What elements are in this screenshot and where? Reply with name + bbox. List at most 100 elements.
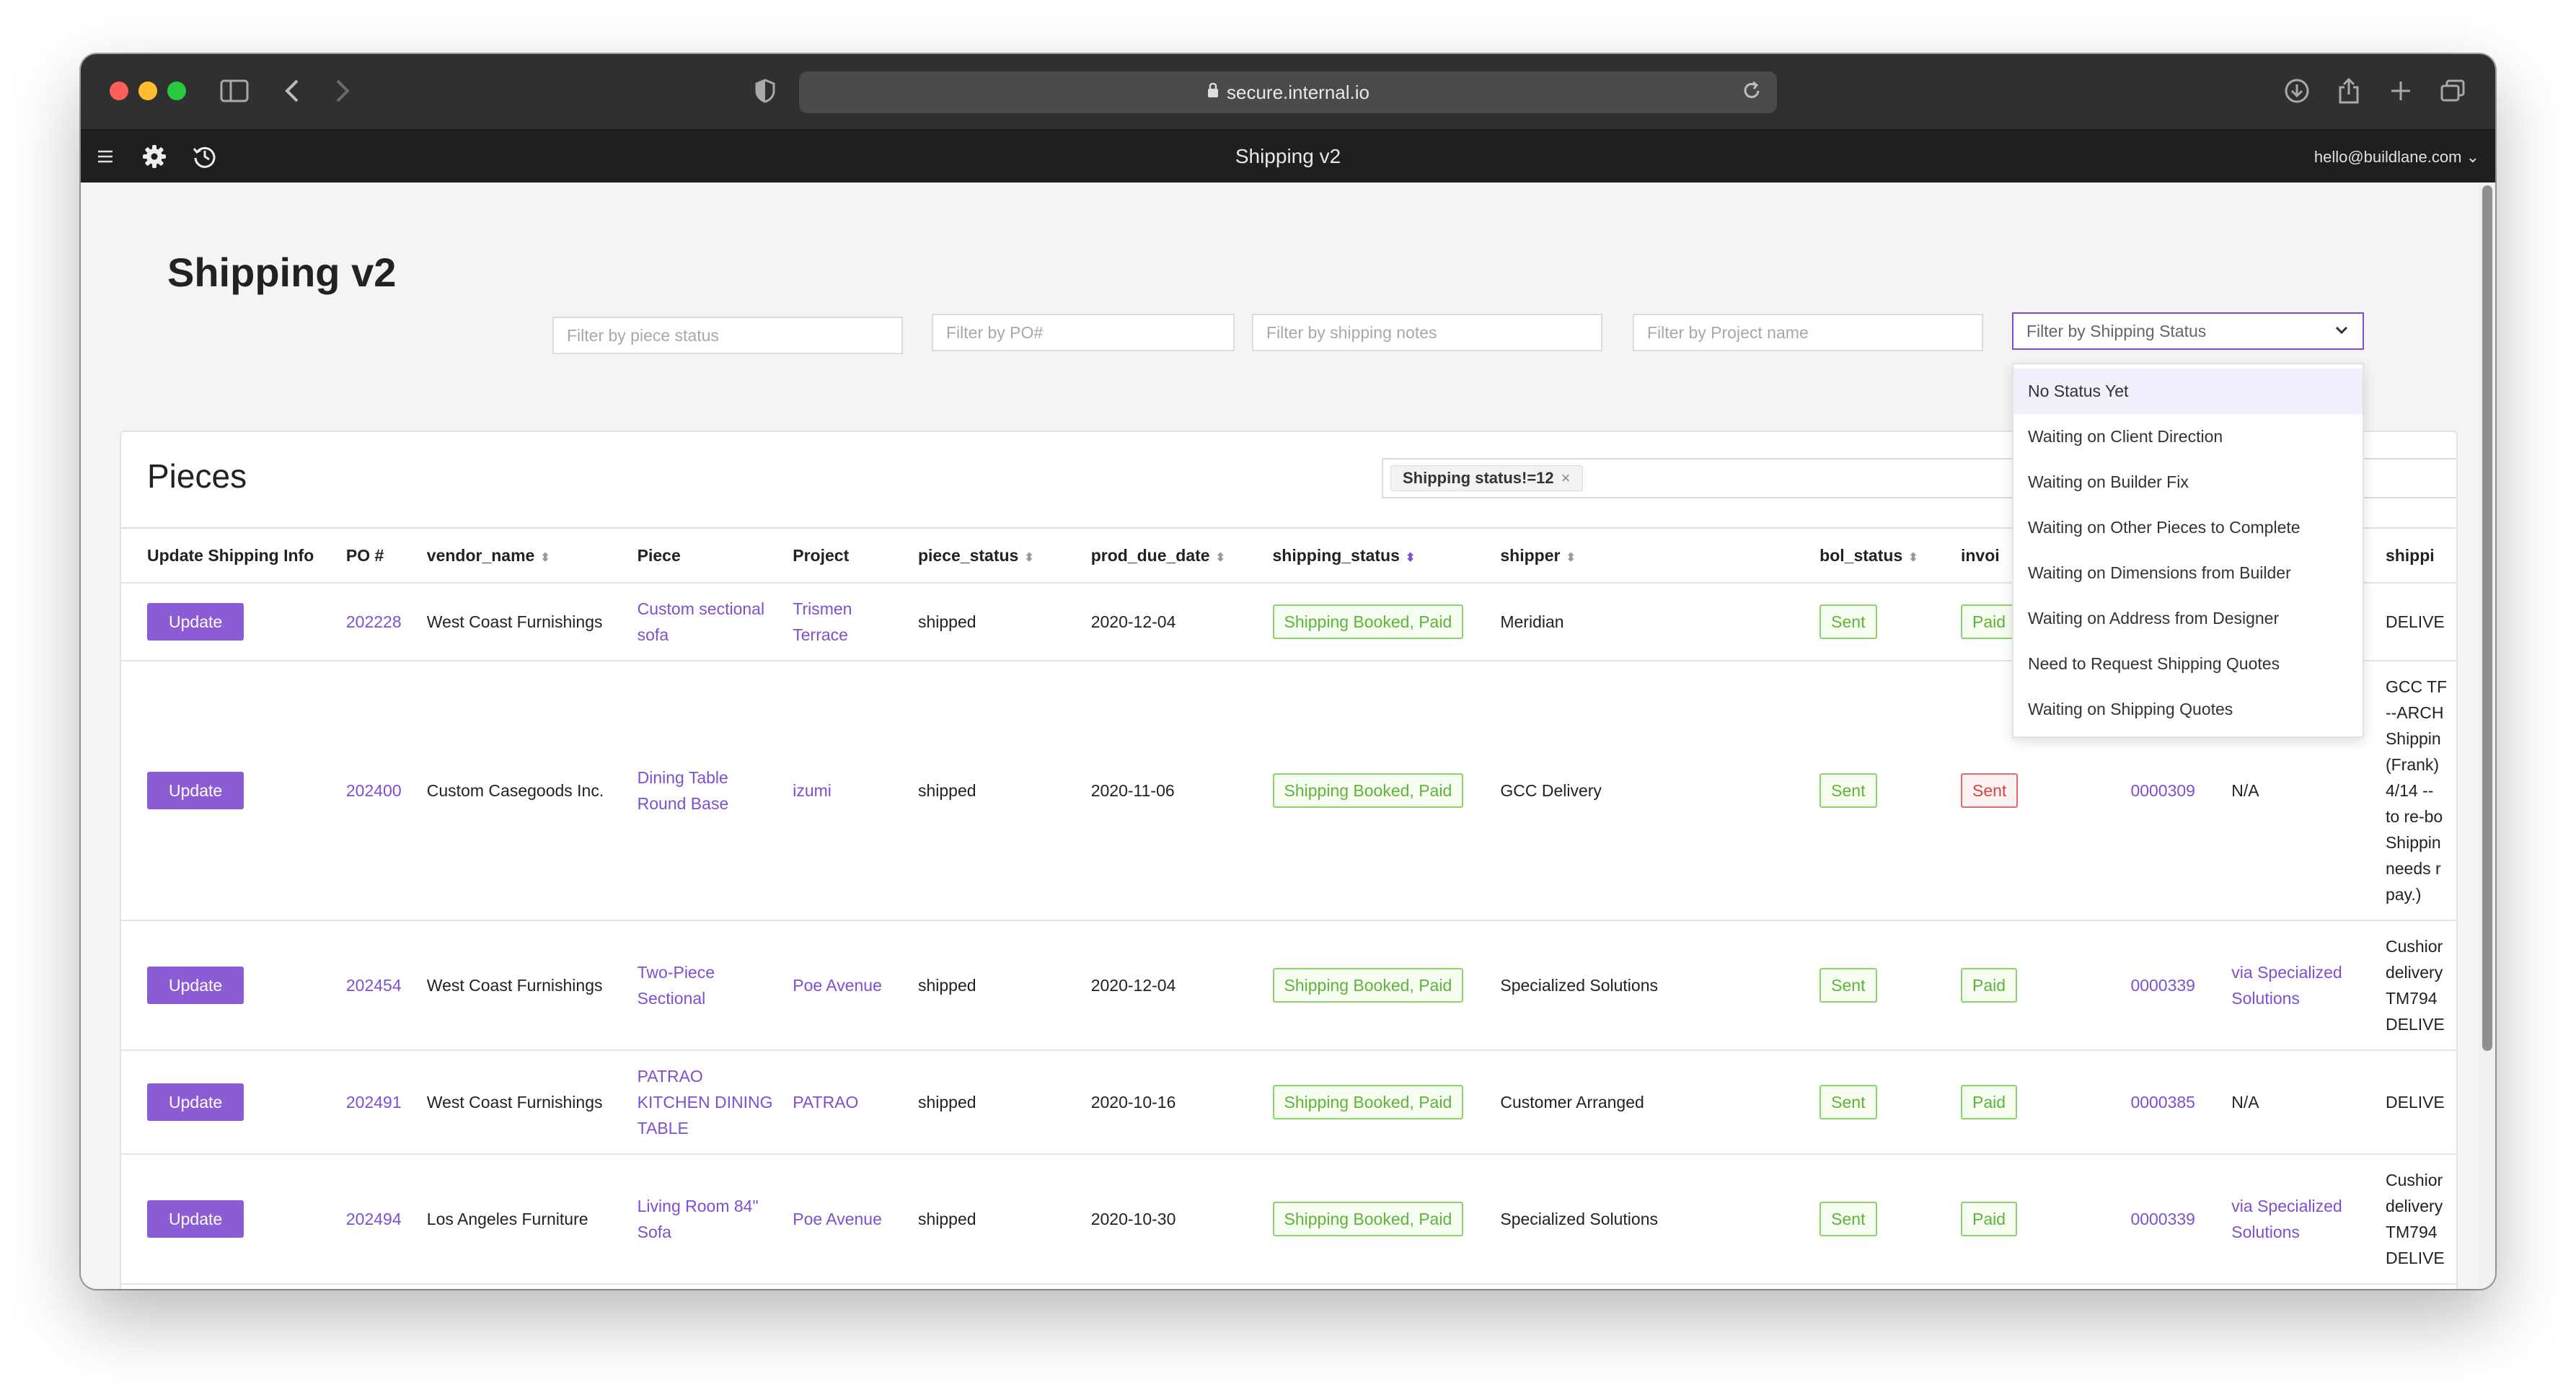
cell-line[interactable]: Sofa xyxy=(638,1219,785,1245)
update-button[interactable]: Update xyxy=(147,967,244,1004)
dropdown-option[interactable]: Need to Request Shipping Quotes xyxy=(2013,641,2363,687)
cell-piece: PATRAO KITCHEN DINING TABLE xyxy=(628,1050,785,1155)
cell-line[interactable]: Dining Table xyxy=(638,765,785,791)
download-icon[interactable] xyxy=(2280,74,2313,107)
status-badge: Shipping Booked, Paid xyxy=(1272,773,1464,808)
forward-icon[interactable] xyxy=(326,74,359,107)
shipping-notes-filter[interactable]: Filter by shipping notes xyxy=(1252,314,1602,351)
cell-line[interactable]: PATRAO xyxy=(793,1089,909,1115)
maximize-window-button[interactable] xyxy=(167,82,186,100)
cell-line[interactable]: via Specialized xyxy=(2231,959,2377,985)
cell-line: Shippin xyxy=(2385,729,2441,748)
cell-vendor: West Coast Furnishings xyxy=(418,1050,629,1155)
col-shipping-status[interactable]: shipping_status ⬍ xyxy=(1263,527,1492,584)
shipping-status-dropdown: No Status Yet Waiting on Client Direction… xyxy=(2012,363,2364,738)
cell-line[interactable]: Two-Piece xyxy=(638,959,785,985)
cell-line[interactable]: via Specialized xyxy=(2231,1193,2377,1219)
user-menu[interactable]: hello@buildlane.com ⌄ xyxy=(2314,148,2479,167)
status-badge: Paid xyxy=(1960,1202,2018,1236)
address-bar[interactable]: secure.internal.io xyxy=(799,71,1777,113)
dropdown-option[interactable]: Waiting on Builder Fix xyxy=(2013,459,2363,505)
cell-po[interactable]: 202400 xyxy=(337,661,418,921)
sort-icon[interactable]: ⬍ xyxy=(1406,552,1415,564)
cell-line: GCC TF xyxy=(2385,677,2448,696)
filter-tag: Shipping status!=12 × xyxy=(1390,465,1583,491)
cell-invoice-number[interactable] xyxy=(2122,1284,2223,1289)
cell-invoice-number[interactable]: 0000339 xyxy=(2122,1154,2223,1285)
col-bol-status[interactable]: bol_status ⬍ xyxy=(1811,527,1952,584)
cell-line[interactable]: Terrace xyxy=(793,622,909,648)
main-content: Shipping v2 Filter by piece status Filte… xyxy=(81,182,2479,1289)
cell-po[interactable]: 202491 xyxy=(337,1050,418,1155)
sort-icon[interactable]: ⬍ xyxy=(1908,552,1918,564)
cell-line[interactable]: Poe Avenue xyxy=(793,1206,909,1232)
dropdown-option[interactable]: No Status Yet xyxy=(2013,369,2363,414)
remove-filter-icon[interactable]: × xyxy=(1561,469,1571,488)
cell-line[interactable]: izumi xyxy=(793,778,909,804)
dropdown-option[interactable]: Waiting on Address from Designer xyxy=(2013,596,2363,641)
cell-update: Update xyxy=(121,1154,338,1285)
cell-line[interactable]: Living Room 84" xyxy=(638,1193,785,1219)
cell-line[interactable]: TABLE xyxy=(638,1115,785,1141)
col-shipper[interactable]: shipper ⬍ xyxy=(1491,527,1812,584)
dropdown-option[interactable]: Waiting on Shipping Quotes xyxy=(2013,687,2363,732)
project-filter[interactable]: Filter by Project name xyxy=(1633,314,1983,351)
cell-line[interactable]: Custom sectional xyxy=(638,596,785,622)
cell-line[interactable]: Solutions xyxy=(2231,985,2377,1011)
sidebar-icon[interactable] xyxy=(218,74,251,107)
col-project[interactable]: Project xyxy=(784,527,909,584)
shield-icon[interactable] xyxy=(749,74,782,107)
cell-line[interactable]: Sectional xyxy=(638,985,785,1011)
update-button[interactable]: Update xyxy=(147,1200,244,1238)
col-vendor[interactable]: vendor_name ⬍ xyxy=(418,527,629,584)
col-piece-status[interactable]: piece_status ⬍ xyxy=(909,527,1082,584)
cell-invoice-number[interactable]: 0000385 xyxy=(2122,1050,2223,1155)
cell-po[interactable]: 202454 xyxy=(337,920,418,1051)
update-button[interactable]: Update xyxy=(147,1083,244,1121)
scrollbar-thumb[interactable] xyxy=(2482,185,2492,1051)
cell-line[interactable]: Round Base xyxy=(638,791,785,817)
back-icon[interactable] xyxy=(275,74,309,107)
cell-po[interactable]: 202228 xyxy=(337,583,418,661)
dropdown-option[interactable]: Waiting on Client Direction xyxy=(2013,414,2363,459)
cell-line[interactable]: PATRAO xyxy=(638,1063,785,1089)
po-filter[interactable]: Filter by PO# xyxy=(932,314,1235,351)
cell-line[interactable]: Solutions xyxy=(2231,1219,2377,1245)
col-shipping[interactable]: shippi xyxy=(2376,527,2456,584)
cell-shipper xyxy=(1491,1284,1812,1289)
col-prod-due[interactable]: prod_due_date ⬍ xyxy=(1082,527,1264,584)
new-tab-icon[interactable] xyxy=(2384,74,2417,107)
cell-project: izumi xyxy=(784,661,909,921)
tab-overview-icon[interactable] xyxy=(2436,74,2469,107)
cell-line[interactable]: Trismen xyxy=(793,596,909,622)
table-row: Update 202491 West Coast Furnishings PATRAO… xyxy=(121,1050,2456,1155)
piece-status-filter[interactable]: Filter by piece status xyxy=(552,317,903,354)
cell-bol: Sent xyxy=(1811,661,1952,921)
reload-icon[interactable] xyxy=(1741,80,1763,107)
sort-icon[interactable]: ⬍ xyxy=(1216,552,1225,564)
col-po[interactable]: PO # xyxy=(337,527,418,584)
scrollbar[interactable] xyxy=(2479,182,2495,1289)
minimize-window-button[interactable] xyxy=(138,82,157,100)
table-row: GCC TF--ARCH xyxy=(121,1284,2456,1289)
cell-line[interactable]: sofa xyxy=(638,622,785,648)
col-piece[interactable]: Piece xyxy=(628,527,785,584)
cell-po[interactable] xyxy=(337,1284,418,1289)
lock-icon xyxy=(1207,82,1219,104)
shipping-status-filter[interactable]: Filter by Shipping Status xyxy=(2012,312,2364,350)
update-button[interactable]: Update xyxy=(147,603,244,641)
share-icon[interactable] xyxy=(2332,74,2365,107)
update-button[interactable]: Update xyxy=(147,772,244,809)
cell-line[interactable]: Poe Avenue xyxy=(793,972,909,998)
sort-icon[interactable]: ⬍ xyxy=(540,552,550,564)
close-window-button[interactable] xyxy=(110,82,128,100)
cell-po[interactable]: 202494 xyxy=(337,1154,418,1285)
sort-icon[interactable]: ⬍ xyxy=(1024,552,1033,564)
cell-line: 4/14 -- xyxy=(2385,781,2434,800)
cell-line[interactable]: KITCHEN DINING xyxy=(638,1089,785,1115)
sort-icon[interactable]: ⬍ xyxy=(1566,552,1575,564)
dropdown-option[interactable]: Waiting on Other Pieces to Complete xyxy=(2013,505,2363,550)
cell-invoice-number[interactable]: 0000339 xyxy=(2122,920,2223,1051)
dropdown-option[interactable]: Waiting on Dimensions from Builder xyxy=(2013,550,2363,596)
cell-method: via Specialized Solutions xyxy=(2223,920,2377,1051)
